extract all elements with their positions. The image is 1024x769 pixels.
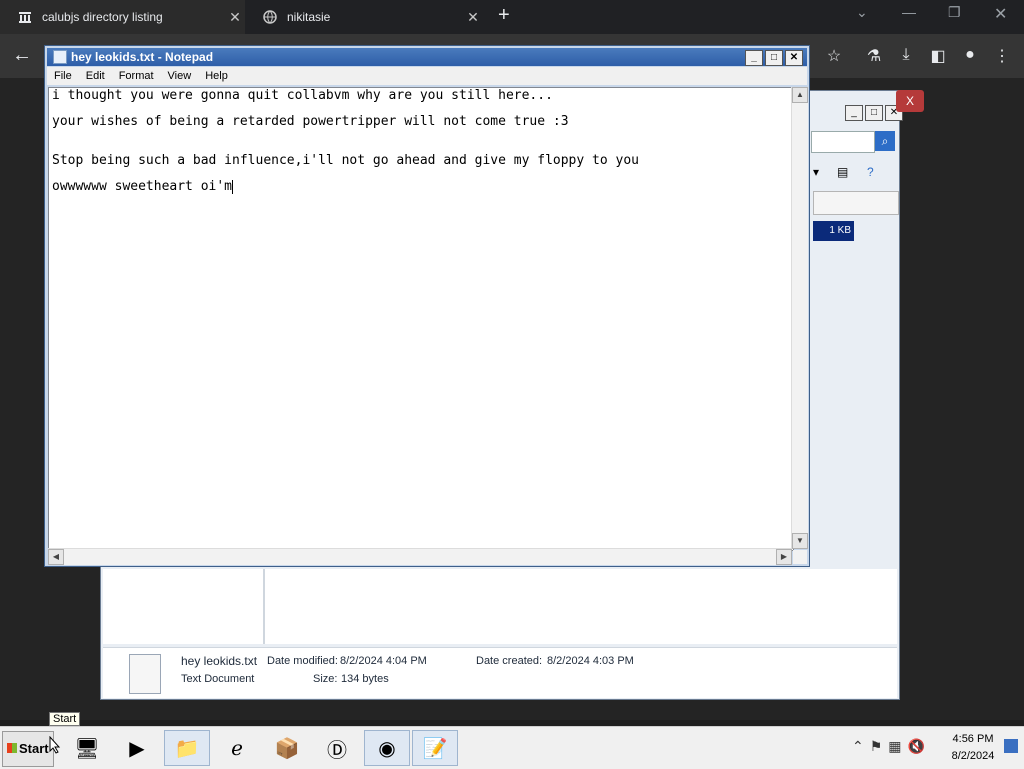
scroll-down-arrow-icon[interactable]: ▼ — [792, 533, 808, 549]
menu-bar: File Edit Format View Help — [47, 67, 807, 85]
clock-date: 8/2/2024 — [951, 750, 995, 762]
explorer-folder-icon[interactable]: 📁 — [164, 730, 210, 766]
column-header[interactable] — [813, 191, 899, 215]
show-desktop-icon[interactable] — [1004, 739, 1018, 753]
menu-format[interactable]: Format — [112, 70, 161, 82]
minimize-icon[interactable]: — — [902, 4, 916, 20]
date-created-label: Date created: — [476, 655, 543, 667]
browser-app-icon[interactable]: ◉ — [364, 730, 410, 766]
text-line: Stop being such a bad influence,i'll not… — [52, 153, 639, 168]
tab-search-chevron-icon[interactable]: ⌄ — [856, 4, 868, 21]
date-modified-label: Date modified: — [267, 655, 338, 667]
text-line: your wishes of being a retarded powertri… — [52, 114, 569, 129]
explorer-toolbar: ▾ ▤ ? — [813, 165, 895, 183]
text-line: i thought you were gonna quit collabvm w… — [52, 88, 553, 103]
tab-close-icon[interactable]: ✕ — [463, 9, 483, 26]
date-created-value: 8/2/2024 4:03 PM — [547, 655, 634, 667]
windows-logo-icon — [7, 743, 17, 753]
volume-muted-icon[interactable]: 🔇 — [908, 738, 925, 755]
start-button[interactable]: Start — [2, 731, 54, 767]
tab-directory-listing[interactable]: calubjs directory listing ✕ — [0, 0, 245, 34]
text-editor[interactable]: i thought you were gonna quit collabvm w… — [48, 87, 794, 551]
minimize-icon[interactable]: _ — [845, 105, 863, 121]
text-line-current: owwwwww sweetheart oi'm — [52, 179, 234, 194]
download-icon[interactable]: ⤓ — [896, 46, 916, 64]
views-dropdown-icon[interactable]: ▾ — [813, 165, 819, 179]
side-panel-icon[interactable]: ◧ — [928, 46, 948, 66]
details-pane: hey leokids.txt Date modified: 8/2/2024 … — [103, 647, 897, 698]
text-line: owwwwww sweetheart oi'm — [52, 179, 233, 194]
notepad-window-controls: _ □ ✕ — [745, 50, 803, 66]
date-modified-value: 8/2/2024 4:04 PM — [340, 655, 427, 667]
window-close-icon[interactable]: ✕ — [994, 4, 1007, 24]
labs-flask-icon[interactable]: ⚗ — [864, 46, 884, 66]
vertical-scrollbar[interactable]: ▲ ▼ — [791, 87, 808, 549]
show-hidden-icons-icon[interactable]: ⌃ — [852, 738, 864, 755]
internet-explorer-icon[interactable]: ℯ — [214, 730, 260, 766]
close-icon[interactable]: ✕ — [785, 50, 803, 66]
preview-pane-icon[interactable]: ▤ — [837, 165, 848, 179]
powershell-icon[interactable]: ▶ — [114, 730, 160, 766]
globe-icon — [263, 10, 277, 24]
menu-kebab-icon[interactable]: ⋮ — [992, 46, 1012, 66]
size-label: Size: — [313, 673, 338, 685]
tab-label: calubjs directory listing — [42, 10, 163, 24]
start-tooltip: Start — [49, 712, 81, 726]
tab-nikitasie[interactable]: nikitasie ✕ — [245, 0, 483, 34]
horizontal-scrollbar[interactable]: ◀ ▶ — [48, 548, 792, 565]
bank-icon — [19, 12, 31, 23]
profile-icon[interactable]: ● — [960, 46, 980, 64]
server-manager-icon[interactable]: 🖥 — [64, 730, 110, 766]
tab-label: nikitasie — [287, 10, 331, 24]
scroll-up-arrow-icon[interactable]: ▲ — [792, 87, 808, 103]
notepad-app-icon — [53, 50, 67, 64]
menu-file[interactable]: File — [47, 70, 79, 82]
maximize-icon[interactable]: □ — [865, 105, 883, 121]
search-icon[interactable]: ⌕ — [875, 131, 895, 151]
restore-icon[interactable]: ❐ — [948, 4, 961, 21]
search-input[interactable] — [811, 131, 875, 153]
browser-tabstrip: calubjs directory listing ✕ nikitasie ✕ … — [0, 0, 1024, 34]
scroll-right-arrow-icon[interactable]: ▶ — [776, 549, 792, 565]
notepad-taskbar-icon[interactable]: 📝 — [412, 730, 458, 766]
minimize-icon[interactable]: _ — [745, 50, 763, 66]
network-icon[interactable]: ▦ — [888, 738, 901, 755]
notepad-window: hey leokids.txt - Notepad _ □ ✕ File Edi… — [44, 45, 810, 567]
notepad-titlebar[interactable]: hey leokids.txt - Notepad _ □ ✕ — [47, 48, 807, 66]
clock[interactable]: 4:56 PM 8/2/2024 — [944, 731, 1002, 765]
archive-app-icon[interactable]: 📦 — [264, 730, 310, 766]
text-caret — [232, 179, 234, 194]
menu-view[interactable]: View — [161, 70, 199, 82]
start-label: Start — [19, 741, 49, 756]
maximize-icon[interactable]: □ — [765, 50, 783, 66]
menu-edit[interactable]: Edit — [79, 70, 112, 82]
explorer-window-controls: _ □ ✕ — [845, 105, 903, 121]
bookmark-star-icon[interactable]: ☆ — [824, 46, 844, 66]
scroll-left-arrow-icon[interactable]: ◀ — [48, 549, 64, 565]
text-document-icon — [129, 654, 161, 694]
action-center-flag-icon[interactable]: ⚑ — [870, 738, 883, 755]
clock-time: 4:56 PM — [952, 733, 994, 745]
help-icon[interactable]: ? — [867, 165, 874, 179]
navigation-pane — [103, 569, 265, 644]
resize-grip-icon[interactable] — [793, 550, 807, 564]
window-title: hey leokids.txt - Notepad — [71, 50, 214, 64]
system-tray: ⌃ ⚑ ▦ 🔇 — [852, 738, 925, 755]
details-file-name: hey leokids.txt — [181, 654, 258, 668]
size-value: 134 bytes — [341, 673, 389, 685]
mouse-cursor-icon — [49, 736, 61, 754]
file-list — [265, 569, 897, 644]
menu-help[interactable]: Help — [198, 70, 235, 82]
taskbar: Start 🖥 ▶ 📁 ℯ 📦 Ⓓ ◉ 📝 ⌃ ⚑ ▦ 🔇 4:56 PM 8/… — [0, 726, 1024, 769]
back-arrow-icon[interactable]: ← — [12, 44, 32, 67]
overlay-close-button[interactable]: X — [896, 90, 924, 112]
d-app-icon[interactable]: Ⓓ — [314, 730, 360, 766]
tab-close-icon[interactable]: ✕ — [225, 9, 245, 26]
new-tab-button[interactable]: + — [498, 4, 510, 27]
file-size-cell[interactable]: 1 KB — [813, 221, 854, 241]
details-file-type: Text Document — [181, 673, 255, 685]
